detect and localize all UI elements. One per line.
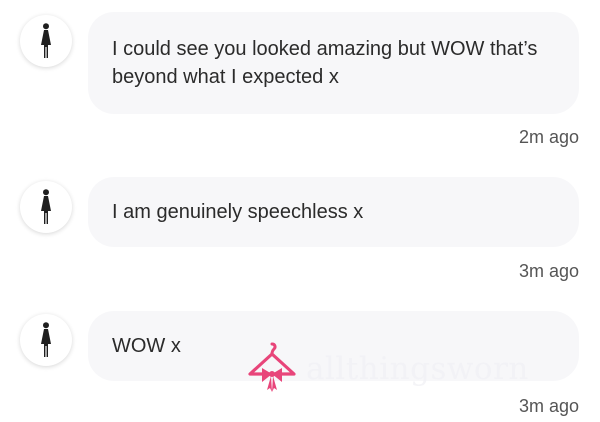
watermark: allthingsworn [242, 338, 600, 398]
message-bubble: I could see you looked amazing but WOW t… [88, 12, 579, 114]
watermark-text: allthingsworn [306, 351, 529, 387]
avatar[interactable] [20, 314, 72, 366]
message-feed: I could see you looked amazing but WOW t… [0, 0, 600, 422]
avatar[interactable] [20, 15, 72, 67]
hanger-bow-logo-icon [248, 342, 296, 392]
message-text: WOW x [112, 335, 181, 357]
message-text: I could see you looked amazing but WOW t… [112, 38, 538, 88]
avatar[interactable] [20, 181, 72, 233]
message-text: I am genuinely speechless x [112, 201, 364, 223]
woman-figure-icon [41, 23, 51, 58]
message-bubble: I am genuinely speechless x [88, 177, 579, 247]
woman-figure-icon [41, 322, 51, 357]
message-timestamp: 2m ago [518, 127, 579, 147]
message-timestamp: 3m ago [518, 396, 579, 416]
woman-figure-icon [41, 189, 51, 224]
message-timestamp: 3m ago [518, 261, 579, 281]
